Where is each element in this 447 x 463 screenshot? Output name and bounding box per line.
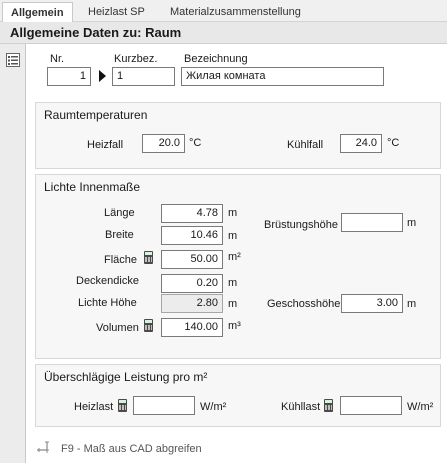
bezeichnung-label: Bezeichnung xyxy=(184,53,248,65)
lichte-hoehe-label: Lichte Höhe xyxy=(78,297,137,309)
calculator-icon[interactable] xyxy=(144,251,153,264)
footer-hint: F9 - Maß aus CAD abgreifen xyxy=(61,443,202,455)
deckendicke-label: Deckendicke xyxy=(76,275,139,287)
heizfall-label: Heizfall xyxy=(87,139,124,151)
bezeichnung-field[interactable]: Жилая комната xyxy=(181,67,384,86)
lichte-hoehe-unit: m xyxy=(228,298,238,310)
calculator-icon[interactable] xyxy=(118,399,127,412)
flaeche-field[interactable]: 50.00 xyxy=(161,250,223,269)
nr-label: Nr. xyxy=(50,53,65,65)
nr-field[interactable]: 1 xyxy=(47,67,91,86)
kuehlfall-label: Kühlfall xyxy=(287,139,324,151)
left-toolbar xyxy=(0,44,26,463)
laenge-unit: m xyxy=(228,207,238,219)
kuehlfall-unit: °C xyxy=(387,137,400,149)
breite-field[interactable]: 10.46 xyxy=(161,226,223,245)
heizlast-field[interactable] xyxy=(133,396,195,415)
lichte-innenmasse-title: Lichte Innenmaße xyxy=(44,180,141,194)
bruestungshoehe-label: Brüstungshöhe xyxy=(264,219,338,231)
laenge-field[interactable]: 4.78 xyxy=(161,204,223,223)
deckendicke-unit: m xyxy=(228,277,238,289)
breite-unit: m xyxy=(228,230,238,242)
volumen-unit: m³ xyxy=(228,320,241,332)
arrow-right-icon xyxy=(99,70,106,82)
heizfall-field[interactable]: 20.0 xyxy=(142,134,185,153)
heizlast-unit: W/m² xyxy=(200,401,227,413)
calculator-icon[interactable] xyxy=(144,319,153,332)
deckendicke-field[interactable]: 0.20 xyxy=(161,274,223,293)
kuehllast-unit: W/m² xyxy=(407,401,434,413)
page-title: Allgemeine Daten zu: Raum xyxy=(0,22,447,44)
lichte-hoehe-field: 2.80 xyxy=(161,294,223,313)
calculator-icon[interactable] xyxy=(324,399,333,412)
flaeche-label: Fläche xyxy=(104,254,138,266)
list-icon[interactable] xyxy=(5,52,21,68)
tab-materialzusammenstellung[interactable]: Materialzusammenstellung xyxy=(162,2,309,22)
kuehllast-label: Kühllast xyxy=(281,401,321,413)
volumen-field[interactable]: 140.00 xyxy=(161,318,223,337)
tab-allgemein[interactable]: Allgemein xyxy=(2,2,73,23)
volumen-label: Volumen xyxy=(96,322,139,334)
breite-label: Breite xyxy=(105,229,134,241)
bruestungshoehe-field[interactable] xyxy=(341,213,403,232)
kuehlfall-field[interactable]: 24.0 xyxy=(340,134,382,153)
kuehllast-field[interactable] xyxy=(340,396,402,415)
tab-heizlast-sp[interactable]: Heizlast SP xyxy=(80,2,153,22)
flaeche-unit: m² xyxy=(228,251,241,263)
geschosshoehe-field[interactable]: 3.00 xyxy=(341,294,403,313)
heizlast-label: Heizlast xyxy=(74,401,114,413)
leistung-title: Überschlägige Leistung pro m² xyxy=(44,370,208,384)
geschosshoehe-label: Geschosshöhe xyxy=(267,298,341,310)
raumtemperaturen-group: Raumtemperaturen Heizfall 20.0 °C Kühlfa… xyxy=(35,102,441,169)
raumtemperaturen-title: Raumtemperaturen xyxy=(44,108,148,122)
heizfall-unit: °C xyxy=(189,137,202,149)
kurzbez-field[interactable]: 1 xyxy=(112,67,175,86)
geschosshoehe-unit: m xyxy=(407,298,417,310)
lichte-innenmasse-group: Lichte Innenmaße Länge 4.78 m Breite 10.… xyxy=(35,174,441,359)
tab-bar: Allgemein Heizlast SP Materialzusammenst… xyxy=(0,0,447,23)
cad-measure-icon[interactable] xyxy=(36,440,51,455)
kurzbez-label: Kurzbez. xyxy=(114,53,158,65)
bruestungshoehe-unit: m xyxy=(407,217,417,229)
laenge-label: Länge xyxy=(104,207,135,219)
leistung-group: Überschlägige Leistung pro m² Heizlast W… xyxy=(35,364,441,427)
